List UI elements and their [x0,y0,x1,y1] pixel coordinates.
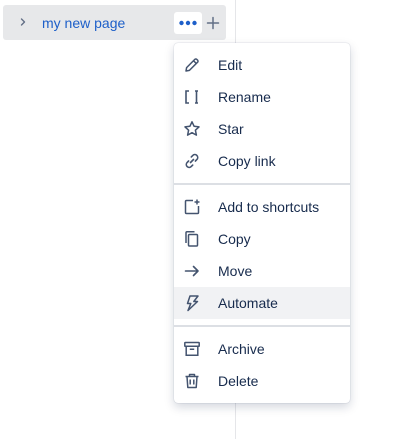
plus-icon [206,16,220,30]
menu-item-delete[interactable]: Delete [174,365,350,397]
more-actions-button[interactable] [174,12,202,34]
trash-icon [183,372,201,390]
chevron-right-icon[interactable] [18,17,28,27]
menu-separator [174,325,350,327]
menu-item-label: Add to shortcuts [218,199,320,215]
sidebar-page-item[interactable]: my new page [3,5,226,40]
star-icon [183,120,201,138]
menu-item-label: Rename [218,89,271,105]
menu-item-star[interactable]: Star [174,113,350,145]
copy-icon [183,230,201,248]
menu-separator [174,183,350,185]
add-child-page-button[interactable] [204,14,222,32]
rename-cursor-icon [183,88,201,106]
menu-group-primary: Edit Rename Star Copy link [174,49,350,177]
menu-item-label: Star [218,121,244,137]
menu-group-secondary: Add to shortcuts Copy Move Automate [174,191,350,319]
menu-item-label: Move [218,263,253,279]
arrow-right-icon [183,262,201,280]
menu-item-label: Copy [218,231,251,247]
menu-item-label: Delete [218,373,259,389]
add-shortcut-icon [183,198,201,216]
menu-item-label: Copy link [218,153,276,169]
menu-item-archive[interactable]: Archive [174,333,350,365]
menu-group-destructive: Archive Delete [174,333,350,397]
link-icon [183,152,201,170]
pencil-icon [183,56,201,74]
menu-item-automate[interactable]: Automate [174,287,350,319]
menu-item-label: Automate [218,295,278,311]
menu-item-add-to-shortcuts[interactable]: Add to shortcuts [174,191,350,223]
menu-item-label: Archive [218,341,265,357]
more-horizontal-icon [179,20,197,26]
archive-icon [183,340,201,358]
menu-item-copy-link[interactable]: Copy link [174,145,350,177]
menu-item-label: Edit [218,57,243,73]
menu-item-move[interactable]: Move [174,255,350,287]
lightning-icon [183,294,201,312]
page-title[interactable]: my new page [42,14,125,32]
menu-item-edit[interactable]: Edit [174,49,350,81]
page-actions-menu: Edit Rename Star Copy link Add to shortc… [174,43,350,403]
menu-item-rename[interactable]: Rename [174,81,350,113]
menu-item-copy[interactable]: Copy [174,223,350,255]
